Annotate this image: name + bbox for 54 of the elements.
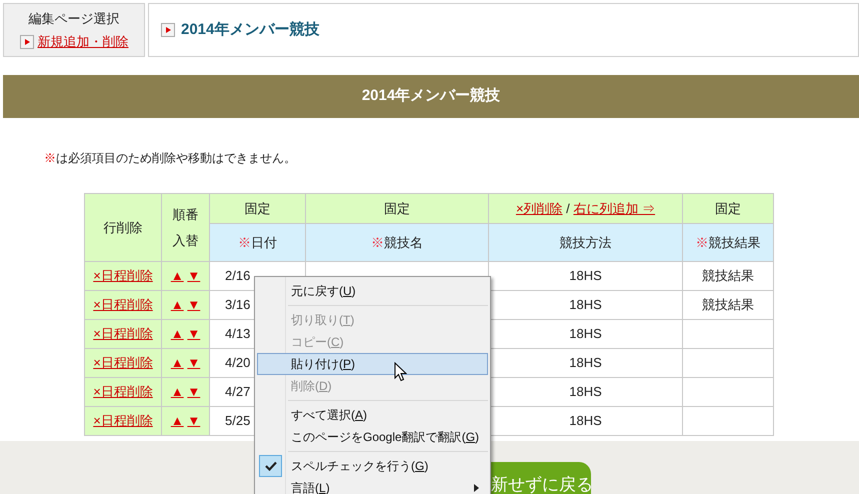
column-header: 競技方法 [560,234,612,250]
column-header: ※日付 [238,234,277,250]
play-icon [20,34,34,49]
move-down-button[interactable]: ▼ [187,355,200,370]
date-field[interactable]: 5/25 [225,413,250,428]
column-group-label: 固定 [384,200,410,216]
menu-item[interactable]: 元に戻す(U) [257,280,488,302]
move-up-button[interactable]: ▲ [170,326,184,342]
play-icon [161,23,175,37]
back-button[interactable]: 新せずに戻る [491,462,591,494]
column-header: ※競技結果 [696,234,760,250]
table-cell: 競技結果 [702,297,754,312]
table-cell: 18HS [569,268,602,284]
notice-text: ※は必須項目のため削除や移動はできません。 [44,150,297,167]
add-delete-link[interactable]: 新規追加・削除 [38,32,128,52]
move-up-button[interactable]: ▲ [170,297,184,312]
mouse-cursor-icon [394,362,407,382]
check-icon [259,455,282,477]
move-down-button[interactable]: ▼ [187,326,200,342]
move-up-button[interactable]: ▲ [170,413,184,428]
date-field[interactable]: 2/16 [225,268,250,284]
table-cell: 競技結果 [702,268,754,284]
menu-item[interactable]: スペルチェックを行う(G) [257,455,488,477]
menu-item[interactable]: すべて選択(A) [257,404,488,426]
column-header: 順番 入替 [172,206,198,250]
page-title-link[interactable]: 2014年メンバー競技 [181,18,320,42]
date-field[interactable]: 4/27 [225,384,250,400]
table-cell: 18HS [569,326,602,342]
table-cell: 18HS [569,413,602,428]
date-field[interactable]: 4/13 [225,326,250,342]
table-cell: 18HS [569,297,602,312]
column-group-label: 固定 [715,200,741,216]
column-header: 行削除 [104,218,142,236]
delete-column-link[interactable]: ×列削除 [516,200,563,216]
move-up-button[interactable]: ▲ [170,268,184,284]
date-field[interactable]: 3/16 [225,297,250,312]
column-group-label: 固定 [244,200,270,216]
move-down-button[interactable]: ▼ [187,413,200,428]
submenu-arrow-icon [474,484,479,492]
date-field[interactable]: 4/20 [225,355,250,370]
table-cell: 18HS [569,384,602,400]
move-down-button[interactable]: ▼ [187,384,200,400]
panel-title: 編集ページ選択 [28,10,120,28]
table-cell: 18HS [569,355,602,370]
column-header: ※競技名 [371,234,423,250]
move-down-button[interactable]: ▼ [187,297,200,312]
move-down-button[interactable]: ▼ [187,268,200,284]
add-column-link[interactable]: 右に列追加 ⇒ [573,200,656,216]
menu-item[interactable]: 貼り付け(P) [257,353,488,375]
move-up-button[interactable]: ▲ [170,355,184,370]
banner-title: 2014年メンバー競技 [362,86,500,106]
separator-text: / [565,200,571,216]
menu-item[interactable]: このページをGoogle翻訳で翻訳(G) [257,426,488,448]
move-up-button[interactable]: ▲ [170,384,184,400]
